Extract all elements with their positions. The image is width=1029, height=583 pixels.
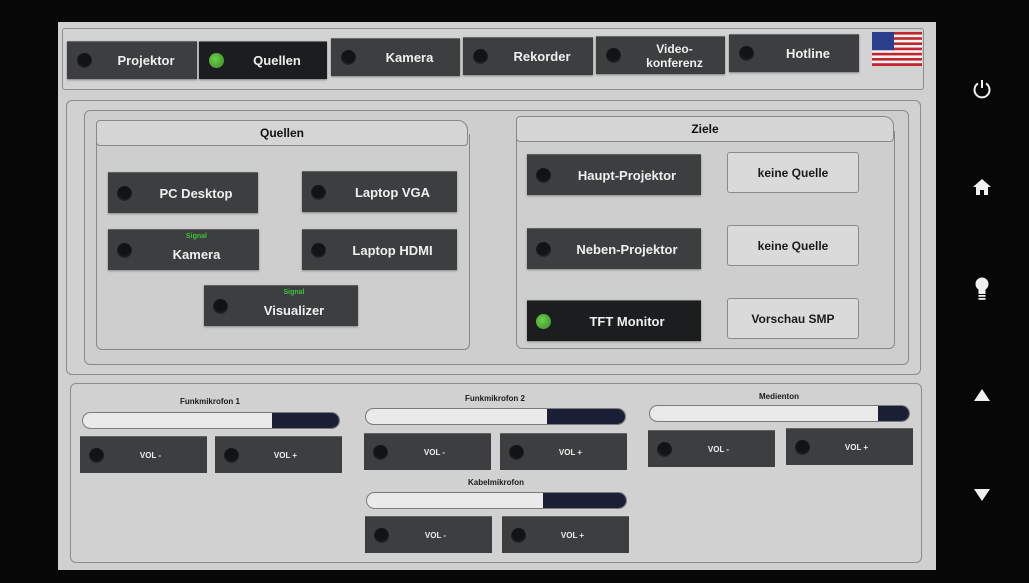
- sources-title: Quellen: [96, 120, 468, 146]
- status-indicator: [795, 440, 810, 455]
- power-icon[interactable]: [965, 74, 999, 104]
- home-icon[interactable]: [965, 172, 999, 202]
- button-label: VOL -: [424, 530, 447, 540]
- volume-level-fill: [547, 409, 625, 424]
- target-neben-projektor-button[interactable]: Neben-Projektor: [527, 228, 701, 269]
- button-label: VOL -: [423, 447, 446, 457]
- status-indicator: [739, 46, 754, 61]
- vol-minus-button[interactable]: VOL -: [80, 436, 207, 473]
- volume-level-fill: [877, 406, 909, 421]
- button-label: Laptop HDMI: [352, 242, 433, 258]
- channel-label: Funkmikrofon 1: [179, 397, 240, 406]
- vol-minus-button[interactable]: VOL -: [648, 430, 775, 467]
- status-indicator: [373, 445, 388, 460]
- button-label: Visualizer: [263, 302, 325, 318]
- status-indicator: [536, 168, 551, 183]
- top-navigation: Projektor Quellen Kamera Rekorder Video-…: [62, 28, 924, 90]
- volume-level-bar[interactable]: [82, 412, 340, 429]
- source-laptop-hdmi-button[interactable]: Laptop HDMI: [302, 229, 457, 270]
- tab-label: Rekorder: [513, 48, 571, 64]
- source-visualizer-button[interactable]: Signal Visualizer: [204, 285, 358, 326]
- arrow-down-icon[interactable]: [965, 480, 999, 510]
- vol-minus-button[interactable]: VOL -: [365, 516, 492, 553]
- volume-level-bar[interactable]: [366, 492, 627, 509]
- tab-label: Projektor: [117, 52, 175, 68]
- targets-title: Ziele: [516, 116, 894, 142]
- tab-projektor[interactable]: Projektor: [67, 41, 197, 79]
- tab-quellen[interactable]: Quellen: [199, 41, 327, 79]
- tab-label: Video- konferenz: [646, 41, 703, 70]
- tab-label: Kamera: [385, 49, 434, 65]
- target-tft-monitor-button[interactable]: TFT Monitor: [527, 300, 701, 341]
- status-indicator: [536, 242, 551, 257]
- arrow-up-icon[interactable]: [965, 380, 999, 410]
- channel-label: Kabelmikrofon: [467, 478, 524, 487]
- volume-level-bar[interactable]: [365, 408, 626, 425]
- tab-videokonferenz[interactable]: Video- konferenz: [596, 36, 725, 74]
- button-label: Haupt-Projektor: [577, 167, 677, 183]
- button-label: VOL +: [560, 530, 585, 540]
- button-label: Kamera: [172, 246, 221, 262]
- tab-rekorder[interactable]: Rekorder: [463, 37, 593, 75]
- source-laptop-vga-button[interactable]: Laptop VGA: [302, 171, 457, 212]
- status-indicator: [213, 299, 228, 314]
- tab-label: Hotline: [785, 45, 831, 61]
- vol-plus-button[interactable]: VOL +: [500, 433, 627, 470]
- volume-level-bar[interactable]: [649, 405, 910, 422]
- volume-level-fill: [543, 493, 626, 508]
- button-label: PC Desktop: [159, 185, 233, 201]
- vol-plus-button[interactable]: VOL +: [502, 516, 629, 553]
- status-indicator: [117, 243, 132, 258]
- vol-plus-button[interactable]: VOL +: [786, 428, 913, 465]
- vol-minus-button[interactable]: VOL -: [364, 433, 491, 470]
- button-label: Neben-Projektor: [576, 241, 678, 257]
- neben-projektor-output[interactable]: keine Quelle: [727, 225, 859, 266]
- channel-label: Medienton: [759, 392, 799, 401]
- status-indicator: [374, 528, 389, 543]
- status-indicator: [77, 53, 92, 68]
- tft-monitor-output[interactable]: Vorschau SMP: [727, 298, 859, 339]
- status-indicator: [536, 314, 551, 329]
- button-label: Laptop VGA: [354, 184, 431, 200]
- source-kamera-button[interactable]: Signal Kamera: [108, 229, 259, 270]
- status-indicator: [606, 48, 621, 63]
- haupt-projektor-output[interactable]: keine Quelle: [727, 152, 859, 193]
- target-haupt-projektor-button[interactable]: Haupt-Projektor: [527, 154, 701, 195]
- us-flag-icon[interactable]: [872, 32, 922, 66]
- button-label: VOL +: [558, 447, 583, 457]
- status-indicator: [224, 448, 239, 463]
- vol-plus-button[interactable]: VOL +: [215, 436, 342, 473]
- button-label: TFT Monitor: [589, 313, 665, 329]
- tab-hotline[interactable]: Hotline: [729, 34, 859, 72]
- channel-label: Funkmikrofon 2: [464, 394, 525, 403]
- button-label: VOL +: [844, 442, 869, 452]
- status-indicator: [117, 186, 132, 201]
- status-indicator: [341, 50, 356, 65]
- status-indicator: [209, 53, 224, 68]
- status-indicator: [509, 445, 524, 460]
- tab-label: Quellen: [253, 52, 301, 68]
- button-label: VOL -: [139, 450, 162, 460]
- source-pc-desktop-button[interactable]: PC Desktop: [108, 172, 258, 213]
- volume-level-fill: [272, 413, 339, 428]
- status-indicator: [311, 243, 326, 258]
- status-indicator: [89, 448, 104, 463]
- button-label: VOL +: [273, 450, 298, 460]
- status-indicator: [511, 528, 526, 543]
- button-label: VOL -: [707, 444, 730, 454]
- status-indicator: [473, 49, 488, 64]
- tab-kamera[interactable]: Kamera: [331, 38, 460, 76]
- status-indicator: [311, 185, 326, 200]
- light-bulb-icon[interactable]: [965, 274, 999, 304]
- status-indicator: [657, 442, 672, 457]
